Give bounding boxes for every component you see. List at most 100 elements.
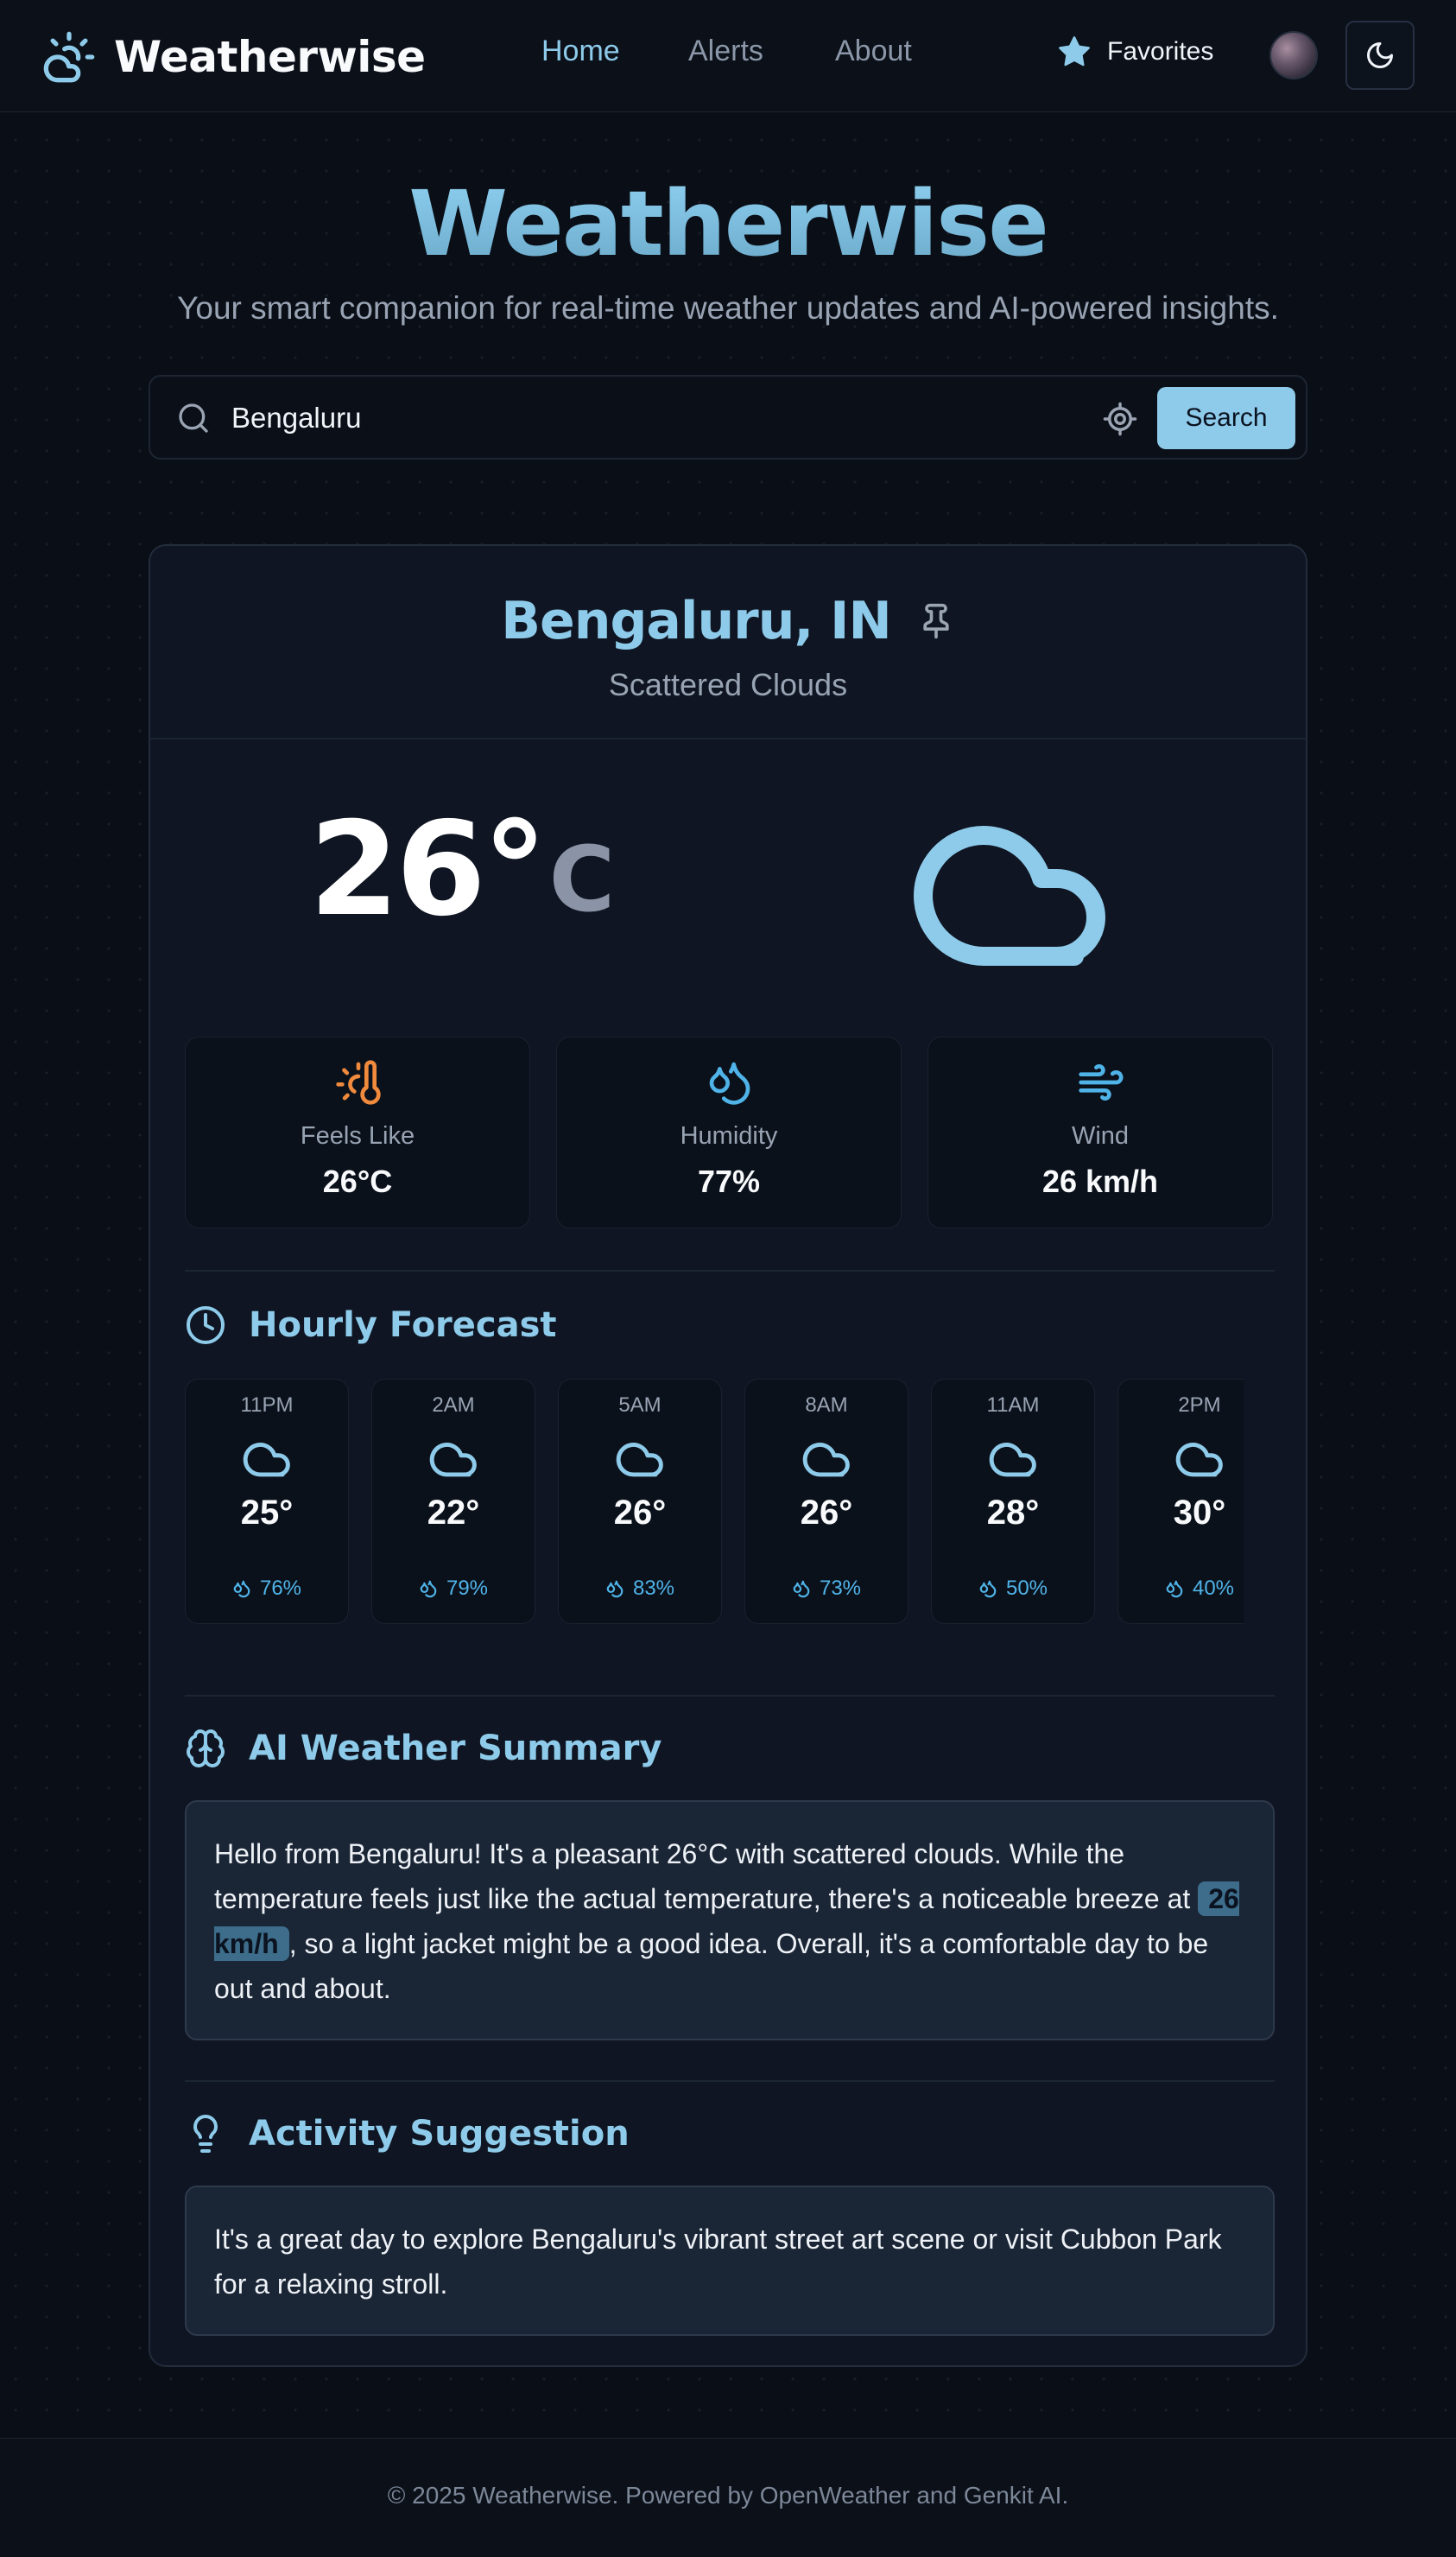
stat-label: Wind: [1071, 1122, 1130, 1150]
nav-link-home[interactable]: Home: [541, 35, 620, 68]
city-name: Bengaluru, IN: [501, 591, 891, 651]
divider: [185, 2080, 1275, 2082]
nav-link-about[interactable]: About: [835, 35, 912, 68]
hourly-forecast-list[interactable]: 11PM 25° 76% 2AM 22° 79% 5AM 26° 83% 8AM…: [185, 1379, 1244, 1629]
hour-temp: 25°: [240, 1494, 294, 1532]
theme-toggle-button[interactable]: [1345, 21, 1415, 90]
cloud-icon: [243, 1443, 290, 1477]
pin-icon[interactable]: [917, 602, 955, 640]
hour-card: 11PM 25° 76%: [185, 1379, 349, 1624]
hour-temp: 22°: [427, 1494, 480, 1532]
hour-time: 8AM: [805, 1393, 848, 1417]
droplets-icon: [979, 1580, 997, 1598]
hour-humidity-value: 83%: [632, 1577, 675, 1600]
hour-humidity-value: 40%: [1192, 1577, 1235, 1600]
hour-humidity-value: 50%: [1005, 1577, 1048, 1600]
locate-icon[interactable]: [1102, 401, 1138, 437]
hourly-forecast-title: Hourly Forecast: [249, 1305, 557, 1345]
hour-humidity-value: 79%: [446, 1577, 489, 1600]
favorites-button[interactable]: Favorites: [1057, 35, 1213, 69]
lightbulb-icon: [193, 2115, 218, 2153]
hour-card: 2AM 22° 79%: [371, 1379, 535, 1624]
activity-header: Activity Suggestion: [185, 2113, 630, 2154]
brain-icon: [187, 1729, 225, 1767]
hour-humidity: 76%: [186, 1577, 348, 1601]
hour-temp: 26°: [613, 1494, 667, 1532]
hour-time: 11AM: [986, 1393, 1040, 1417]
navbar: Weatherwise Home Alerts About Favorites: [0, 0, 1456, 112]
wind-card: Wind 26 km/h: [927, 1037, 1273, 1228]
hour-humidity: 83%: [559, 1577, 721, 1601]
stat-value: 77%: [697, 1164, 761, 1199]
activity-title: Activity Suggestion: [249, 2114, 630, 2154]
search-input[interactable]: [231, 392, 1181, 444]
brand-name: Weatherwise: [114, 32, 426, 82]
moon-icon: [1367, 42, 1393, 68]
hour-humidity-value: 76%: [259, 1577, 302, 1600]
hour-humidity: 40%: [1118, 1577, 1244, 1601]
wind-icon: [1079, 1064, 1124, 1101]
hour-time: 2PM: [1178, 1393, 1221, 1417]
ai-summary-box: Hello from Bengaluru! It's a pleasant 26…: [185, 1800, 1275, 2040]
ai-summary-text: Hello from Bengaluru! It's a pleasant 26…: [214, 1838, 1199, 1914]
hour-card: 5AM 26° 83%: [558, 1379, 722, 1624]
clock-icon: [187, 1306, 225, 1344]
hour-humidity-value: 73%: [819, 1577, 862, 1600]
hour-time: 2AM: [432, 1393, 475, 1417]
hour-temp: 28°: [986, 1494, 1040, 1532]
droplets-icon: [709, 1062, 750, 1105]
hourly-forecast-header: Hourly Forecast: [185, 1304, 557, 1346]
hero-subtitle: Your smart companion for real-time weath…: [177, 290, 1279, 326]
droplets-icon: [793, 1580, 810, 1598]
search-icon: [179, 403, 208, 433]
temperature-value: 26°: [309, 795, 548, 945]
hour-card: 8AM 26° 73%: [744, 1379, 908, 1624]
droplets-icon: [420, 1580, 437, 1598]
hour-humidity: 79%: [372, 1577, 535, 1601]
activity-text: It's a great day to explore Bengaluru's …: [214, 2224, 1222, 2300]
star-icon: [1059, 36, 1090, 67]
stat-label: Feels Like: [300, 1122, 415, 1150]
sun-cloud-icon: [43, 31, 95, 83]
hour-card: 11AM 28° 50%: [931, 1379, 1095, 1624]
weather-card: Bengaluru, IN Scattered Clouds 26° C Fee…: [149, 544, 1307, 2367]
stat-value: 26 km/h: [1041, 1164, 1159, 1199]
divider: [185, 1270, 1275, 1272]
hour-temp: 30°: [1173, 1494, 1226, 1532]
city-header: Bengaluru, IN: [150, 591, 1306, 651]
search-bar: Search: [149, 375, 1307, 460]
hour-humidity: 73%: [745, 1577, 908, 1601]
hour-time: 5AM: [618, 1393, 662, 1417]
nav-link-alerts[interactable]: Alerts: [688, 35, 763, 68]
cloud-icon: [616, 1443, 663, 1477]
feels-like-card: Feels Like 26°C: [185, 1037, 530, 1228]
stat-value: 26°C: [322, 1164, 393, 1199]
droplets-icon: [233, 1580, 250, 1598]
humidity-card: Humidity 77%: [556, 1037, 902, 1228]
droplets-icon: [1166, 1580, 1183, 1598]
cloud-icon: [1175, 1443, 1223, 1477]
footer-text: © 2025 Weatherwise. Powered by OpenWeath…: [387, 2482, 1069, 2509]
cloud-icon: [802, 1443, 850, 1477]
stat-label: Humidity: [680, 1122, 778, 1150]
hour-card: 2PM 30° 40%: [1117, 1379, 1244, 1624]
ai-summary-title: AI Weather Summary: [249, 1729, 662, 1768]
avatar[interactable]: [1269, 31, 1318, 79]
activity-box: It's a great day to explore Bengaluru's …: [185, 2186, 1275, 2336]
hero-title: Weatherwise: [0, 171, 1456, 276]
cloud-icon: [429, 1443, 477, 1477]
ai-summary-text-end: , so a light jacket might be a good idea…: [214, 1928, 1209, 2004]
favorites-label: Favorites: [1107, 37, 1214, 66]
divider: [185, 1695, 1275, 1697]
temperature-unit: C: [548, 827, 616, 932]
brand-logo[interactable]: Weatherwise: [41, 29, 426, 85]
search-button[interactable]: Search: [1157, 387, 1295, 449]
footer: © 2025 Weatherwise. Powered by OpenWeath…: [0, 2438, 1456, 2557]
cloud-icon: [914, 826, 1105, 966]
hour-temp: 26°: [800, 1494, 853, 1532]
current-temperature: 26° C: [309, 805, 615, 935]
thermometer-sun-icon: [336, 1060, 381, 1105]
ai-summary-header: AI Weather Summary: [185, 1728, 662, 1769]
hour-humidity: 50%: [932, 1577, 1094, 1601]
hour-time: 11PM: [240, 1393, 294, 1417]
